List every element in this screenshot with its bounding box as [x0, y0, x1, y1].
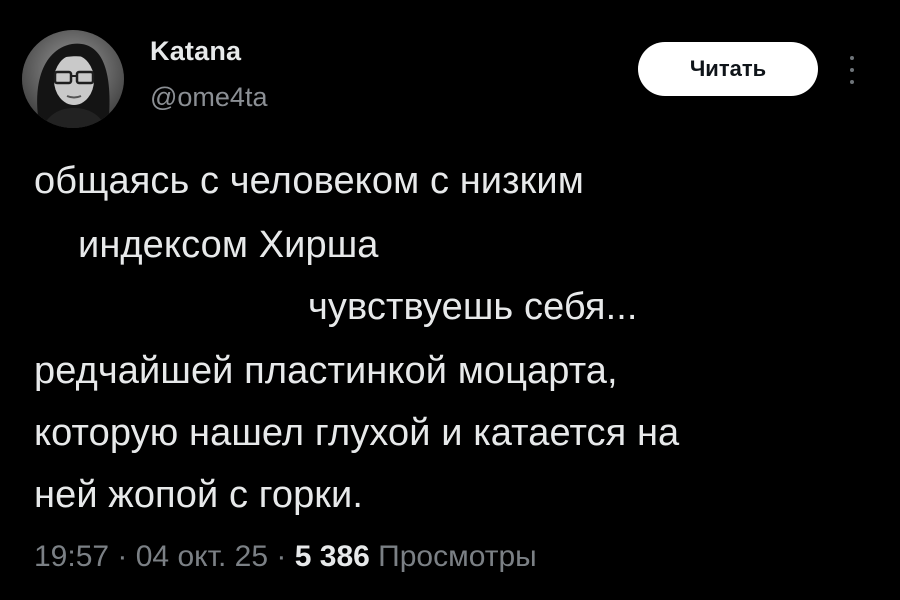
- tweet-line: общаясь с человеком с низким: [34, 160, 584, 202]
- tweet-text: общаясь с человеком с низким индексом Хи…: [0, 0, 900, 600]
- tweet-date[interactable]: 04 окт. 25: [136, 540, 268, 573]
- tweet-time[interactable]: 19:57: [34, 540, 109, 573]
- tweet-line: индексом Хирша: [78, 224, 379, 266]
- tweet-line: которую нашел глухой и катается на: [34, 412, 680, 454]
- tweet-meta: 19:57 · 04 окт. 25 · 5 386 Просмотры: [34, 540, 537, 574]
- views-count: 5 386: [294, 540, 370, 573]
- tweet-line: редчайшей пластинкой моцарта,: [34, 350, 618, 392]
- tweet-line: ней жопой с горки.: [34, 474, 364, 516]
- meta-separator: ·: [268, 540, 295, 573]
- tweet-card: Katana @ome4ta Читать общаясь с человеко…: [0, 0, 900, 600]
- views-label[interactable]: Просмотры: [378, 540, 537, 573]
- tweet-line: чувствуешь себя...: [308, 286, 638, 328]
- meta-separator: ·: [109, 540, 136, 573]
